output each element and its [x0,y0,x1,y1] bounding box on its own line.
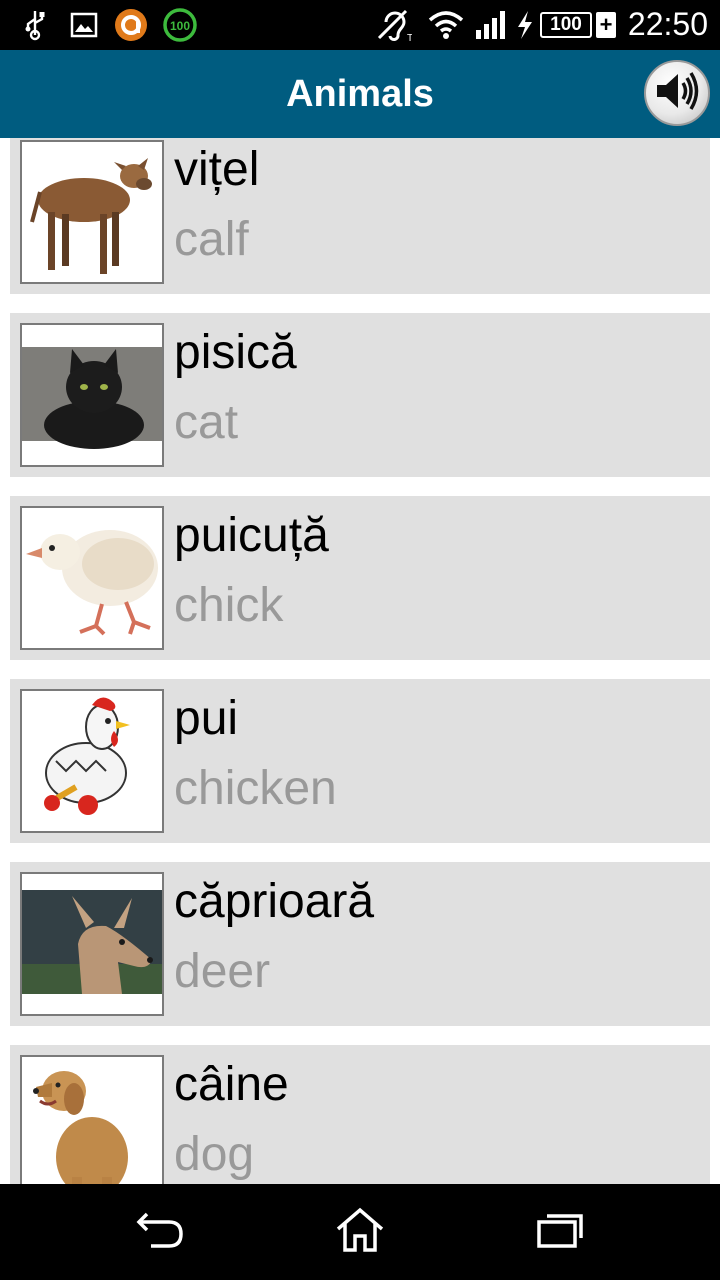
word-label: căprioară [174,875,375,928]
page-title: Animals [286,73,434,115]
wifi-icon [428,9,464,41]
list-item[interactable]: căprioară deer [10,862,710,1026]
recents-icon [535,1210,585,1255]
translation-label: deer [174,945,271,998]
word-label: puicuță [174,509,329,562]
battery-level: 100 [540,12,592,38]
sound-toggle-button[interactable] [644,60,710,126]
word-label: vițel [174,143,260,196]
speaker-icon [654,71,700,116]
translation-label: chicken [174,762,337,815]
deer-image [20,872,164,1016]
list-item[interactable]: pui chicken [10,679,710,843]
word-list[interactable]: vițel calf pisică cat puicuță chick pui … [0,138,720,1184]
back-icon [135,1210,185,1255]
list-item[interactable]: vițel calf [10,138,710,294]
svg-text:T: T [407,33,412,42]
list-item[interactable]: câine dog [10,1045,710,1184]
translation-label: dog [174,1128,255,1181]
usb-icon [22,9,48,41]
calf-image [20,140,164,284]
translation-label: calf [174,213,249,266]
translation-label: chick [174,579,284,632]
word-label: pui [174,692,239,745]
status-bar: 100 T 100 + 22:50 [0,0,720,50]
chicken-image [20,689,164,833]
translation-label: cat [174,396,239,449]
signal-icon [474,9,508,41]
svg-text:100: 100 [170,19,190,33]
status-clock: 22:50 [627,6,708,42]
word-label: câine [174,1058,289,1111]
home-icon [335,1207,385,1258]
back-button[interactable] [130,1204,190,1260]
app-notification-icon [114,9,148,41]
image-icon [70,9,98,41]
word-label: pisică [174,326,297,379]
battery-charging-plus-icon: + [596,12,616,38]
recents-button[interactable] [530,1204,590,1260]
app-bar: Animals [0,50,720,138]
dog-image [20,1055,164,1184]
home-button[interactable] [330,1204,390,1260]
charging-icon [514,9,536,41]
list-item[interactable]: pisică cat [10,313,710,477]
hearing-aid-icon: T [376,9,412,42]
battery-100-badge-icon: 100 [162,8,198,42]
list-item[interactable]: puicuță chick [10,496,710,660]
chick-image [20,506,164,650]
cat-image [20,323,164,467]
navigation-bar [0,1184,720,1280]
